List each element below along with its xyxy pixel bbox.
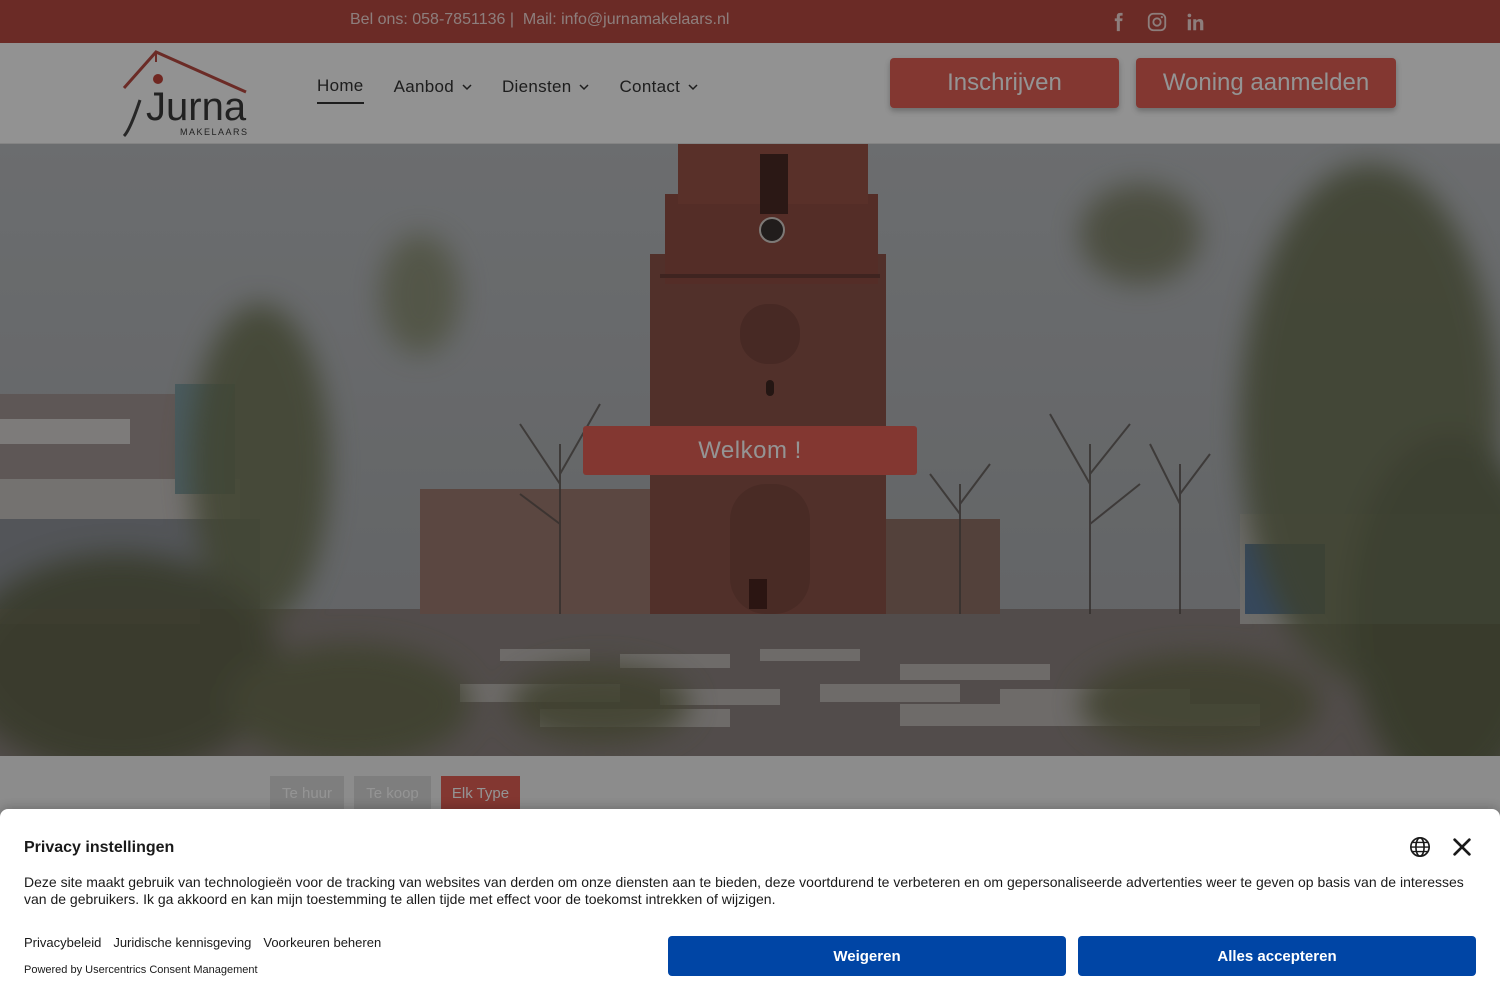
facebook-icon[interactable]	[1106, 10, 1130, 34]
logo-subtitle: MAKELAARS	[180, 127, 249, 137]
nav-diensten-label: Diensten	[501, 77, 572, 96]
consent-title: Privacy instellingen	[24, 839, 175, 856]
instagram-icon[interactable]	[1145, 10, 1169, 34]
consent-links: Privacybeleid Juridische kennisgeving Vo…	[24, 935, 381, 950]
privacy-policy-link[interactable]: Privacybeleid	[24, 935, 101, 950]
language-globe-icon[interactable]	[1409, 836, 1431, 858]
signup-button[interactable]: Inschrijven	[890, 58, 1119, 108]
welcome-button[interactable]: Welkom !	[583, 426, 917, 475]
linkedin-icon[interactable]	[1184, 10, 1208, 34]
nav-aanbod-label: Aanbod	[393, 77, 454, 96]
nav-contact[interactable]: Contact	[619, 76, 698, 104]
top-bar: Bel ons: 058-7851136 | Mail: info@jurnam…	[0, 0, 1500, 43]
accept-all-button[interactable]: Alles accepteren	[1078, 936, 1476, 976]
reject-button[interactable]: Weigeren	[668, 936, 1066, 976]
social-links	[1106, 10, 1208, 34]
nav-diensten[interactable]: Diensten	[502, 76, 590, 104]
manage-preferences-link[interactable]: Voorkeuren beheren	[263, 935, 381, 950]
chevron-down-icon	[579, 84, 590, 91]
filter-elk-type[interactable]: Elk Type	[441, 776, 520, 810]
powered-by-text: Powered by Usercentrics Consent Manageme…	[24, 964, 258, 976]
chevron-down-icon	[462, 84, 472, 91]
search-filters: Te huur Te koop Elk Type	[0, 756, 1500, 816]
privacy-consent-banner: Privacy instellingen Deze site maakt geb…	[0, 809, 1500, 1000]
phone-link[interactable]: Bel ons: 058-7851136 |	[350, 11, 514, 29]
chevron-down-icon	[688, 84, 698, 91]
nav-home-label: Home	[317, 76, 364, 95]
site-header: Jurna MAKELAARS Home Aanbod Diensten Con…	[0, 43, 1500, 144]
logo-wordmark: Jurna	[146, 85, 247, 129]
filter-te-huur[interactable]: Te huur	[270, 776, 344, 810]
legal-notice-link[interactable]: Juridische kennisgeving	[113, 935, 251, 950]
main-nav: Home Aanbod Diensten Contact	[317, 76, 698, 104]
close-icon[interactable]	[1451, 836, 1473, 858]
consent-description: Deze site maakt gebruik van technologieë…	[24, 874, 1464, 907]
nav-home[interactable]: Home	[317, 76, 364, 104]
jurna-logo[interactable]: Jurna MAKELAARS	[118, 48, 253, 140]
hero-banner: Welkom !	[0, 144, 1500, 756]
nav-aanbod[interactable]: Aanbod	[394, 76, 472, 104]
mail-link[interactable]: Mail: info@jurnamakelaars.nl	[523, 11, 730, 29]
filter-te-koop[interactable]: Te koop	[354, 776, 431, 810]
register-home-button[interactable]: Woning aanmelden	[1136, 58, 1396, 108]
nav-contact-label: Contact	[619, 77, 681, 96]
contact-info: Bel ons: 058-7851136 | Mail: info@jurnam…	[350, 11, 729, 29]
